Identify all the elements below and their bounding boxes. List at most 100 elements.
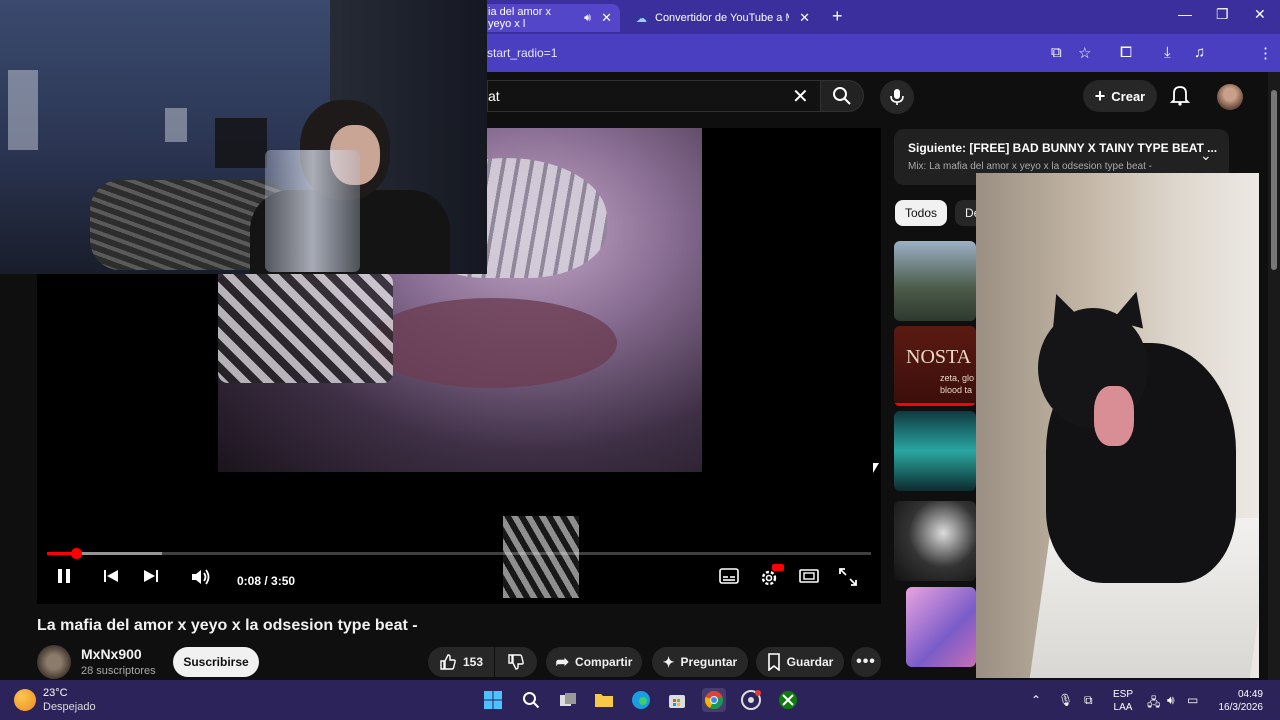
minimize-button[interactable]: — bbox=[1178, 6, 1192, 22]
channel-avatar[interactable] bbox=[37, 645, 71, 679]
related-thumbnail[interactable] bbox=[894, 501, 976, 581]
close-icon[interactable]: ✕ bbox=[601, 10, 612, 26]
thumbs-up-icon bbox=[440, 654, 456, 670]
notifications-bell-icon[interactable] bbox=[1170, 84, 1190, 106]
thumbs-down-icon bbox=[508, 654, 524, 670]
subscriber-count: 28 suscriptores bbox=[81, 665, 156, 677]
store-button[interactable] bbox=[665, 688, 689, 712]
account-avatar[interactable] bbox=[1217, 84, 1243, 110]
close-window-button[interactable]: ✕ bbox=[1254, 6, 1266, 23]
gear-icon bbox=[761, 570, 777, 586]
file-explorer-button[interactable] bbox=[592, 688, 616, 712]
wall-poster bbox=[215, 118, 267, 168]
edge-button[interactable] bbox=[629, 688, 653, 712]
subtitles-button[interactable] bbox=[719, 568, 739, 584]
like-count: 153 bbox=[462, 655, 484, 669]
share-icon: ➦ bbox=[555, 654, 570, 671]
volume-tray-icon[interactable]: 🔊︎ bbox=[1167, 693, 1175, 708]
tab-label: ia del amor x yeyo x l bbox=[488, 6, 551, 30]
maximize-button[interactable]: ❐ bbox=[1216, 6, 1229, 23]
pause-button[interactable] bbox=[57, 568, 71, 584]
dislike-button[interactable] bbox=[495, 647, 537, 677]
related-thumbnail[interactable]: NOSTA zeta, glo blood ta bbox=[894, 326, 976, 406]
folder-icon bbox=[595, 694, 613, 707]
save-label: Guardar bbox=[786, 655, 834, 669]
subscribe-button[interactable]: Suscribirse bbox=[173, 647, 259, 677]
store-icon bbox=[669, 695, 685, 708]
create-label: Crear bbox=[1111, 88, 1146, 104]
new-tab-button[interactable]: + bbox=[832, 6, 843, 27]
related-thumbnail[interactable] bbox=[894, 411, 976, 491]
hd-badge-icon bbox=[772, 564, 784, 571]
cat-mouth bbox=[1094, 386, 1134, 446]
weather-temperature[interactable]: 23°C bbox=[43, 687, 68, 699]
bookmark-star-icon[interactable]: ☆ bbox=[1078, 44, 1091, 62]
install-icon[interactable]: ⧉ bbox=[1051, 44, 1062, 61]
create-button[interactable]: + Crear bbox=[1083, 80, 1157, 112]
time-display: 0:08 / 3:50 bbox=[237, 574, 296, 588]
keyboard-layout: LAA bbox=[1113, 702, 1133, 713]
extensions-icon[interactable]: ⧠ bbox=[1120, 44, 1132, 61]
xbox-button[interactable] bbox=[776, 688, 800, 712]
chevron-down-icon[interactable]: ⌄ bbox=[1200, 147, 1212, 164]
ask-label: Preguntar bbox=[680, 655, 738, 669]
settings-button[interactable] bbox=[759, 564, 784, 588]
address-field[interactable]: start_radio=1 bbox=[487, 41, 1037, 65]
tray-overflow-icon[interactable]: ⌃ bbox=[1031, 693, 1041, 707]
menu-dots-icon[interactable]: ⋮ bbox=[1258, 44, 1273, 62]
chip-all[interactable]: Todos bbox=[895, 200, 948, 226]
task-view-button[interactable] bbox=[556, 688, 580, 712]
previous-button[interactable] bbox=[103, 568, 119, 584]
volume-button[interactable] bbox=[191, 568, 211, 586]
share-label: Compartir bbox=[575, 655, 633, 669]
next-button[interactable] bbox=[143, 568, 159, 584]
media-control-icon[interactable]: ♫ bbox=[1194, 44, 1205, 61]
video-content-lip bbox=[367, 298, 617, 388]
language-indicator[interactable]: ESP LAA bbox=[1113, 688, 1133, 714]
like-button[interactable]: 153 bbox=[428, 647, 494, 677]
network-icon[interactable]: 🖧︎ bbox=[1147, 693, 1160, 714]
more-actions-button[interactable]: ••• bbox=[851, 647, 881, 677]
voice-search-button[interactable] bbox=[880, 80, 914, 114]
download-icon[interactable]: ⤓ bbox=[1164, 44, 1171, 61]
thumbnail-subtitle: zeta, glo bbox=[940, 373, 975, 383]
weather-description[interactable]: Despejado bbox=[43, 701, 96, 713]
related-thumbnail[interactable] bbox=[906, 587, 976, 667]
channel-name[interactable]: MxNx900 bbox=[81, 646, 142, 662]
edge-icon bbox=[632, 691, 650, 709]
scrollbar-thumb[interactable] bbox=[1271, 90, 1277, 270]
chrome-icon bbox=[705, 691, 723, 709]
wall-poster bbox=[165, 108, 187, 142]
microphone-icon bbox=[890, 89, 904, 105]
clear-search-icon[interactable]: ✕ bbox=[792, 84, 809, 109]
related-thumbnail[interactable] bbox=[894, 241, 976, 321]
progress-bar[interactable] bbox=[47, 548, 871, 559]
task-view-icon bbox=[560, 693, 576, 706]
start-button[interactable] bbox=[481, 688, 505, 712]
microphone-tray-icon[interactable]: 🎙︎ bbox=[1058, 693, 1073, 707]
clock[interactable]: 04:49 16/3/2026 bbox=[1203, 688, 1264, 714]
weather-moon-icon[interactable] bbox=[14, 689, 36, 711]
save-button[interactable]: Guardar bbox=[756, 647, 844, 677]
chrome-button[interactable] bbox=[702, 688, 726, 712]
ask-button[interactable]: ✦ Preguntar bbox=[652, 647, 748, 677]
tab-youtube[interactable]: ia del amor x yeyo x l 🔊︎ ✕ bbox=[480, 4, 620, 32]
clock-date: 16/3/2026 bbox=[1218, 702, 1264, 713]
obs-button[interactable] bbox=[739, 688, 763, 712]
battery-icon[interactable]: ▭ bbox=[1187, 693, 1198, 707]
obs-icon bbox=[741, 690, 761, 710]
tab-converter[interactable]: ☁ Convertidor de YouTube a MP3 ✕ bbox=[628, 4, 818, 32]
video-content-pattern bbox=[503, 516, 579, 598]
close-icon[interactable]: ✕ bbox=[799, 10, 810, 26]
speaker-icon[interactable]: 🔊︎ bbox=[584, 12, 591, 25]
search-button[interactable] bbox=[820, 80, 864, 112]
share-button[interactable]: ➦ Compartir bbox=[546, 647, 642, 677]
progress-scrubber[interactable] bbox=[70, 548, 82, 559]
tray-app-icon[interactable]: ⧉ bbox=[1084, 693, 1093, 708]
fullscreen-button[interactable] bbox=[839, 568, 857, 586]
fullscreen-icon bbox=[839, 568, 857, 586]
page-scrollbar[interactable] bbox=[1268, 72, 1280, 680]
taskbar-search-button[interactable] bbox=[519, 688, 543, 712]
theater-mode-button[interactable] bbox=[799, 568, 819, 584]
search-input[interactable]: at bbox=[487, 80, 820, 112]
